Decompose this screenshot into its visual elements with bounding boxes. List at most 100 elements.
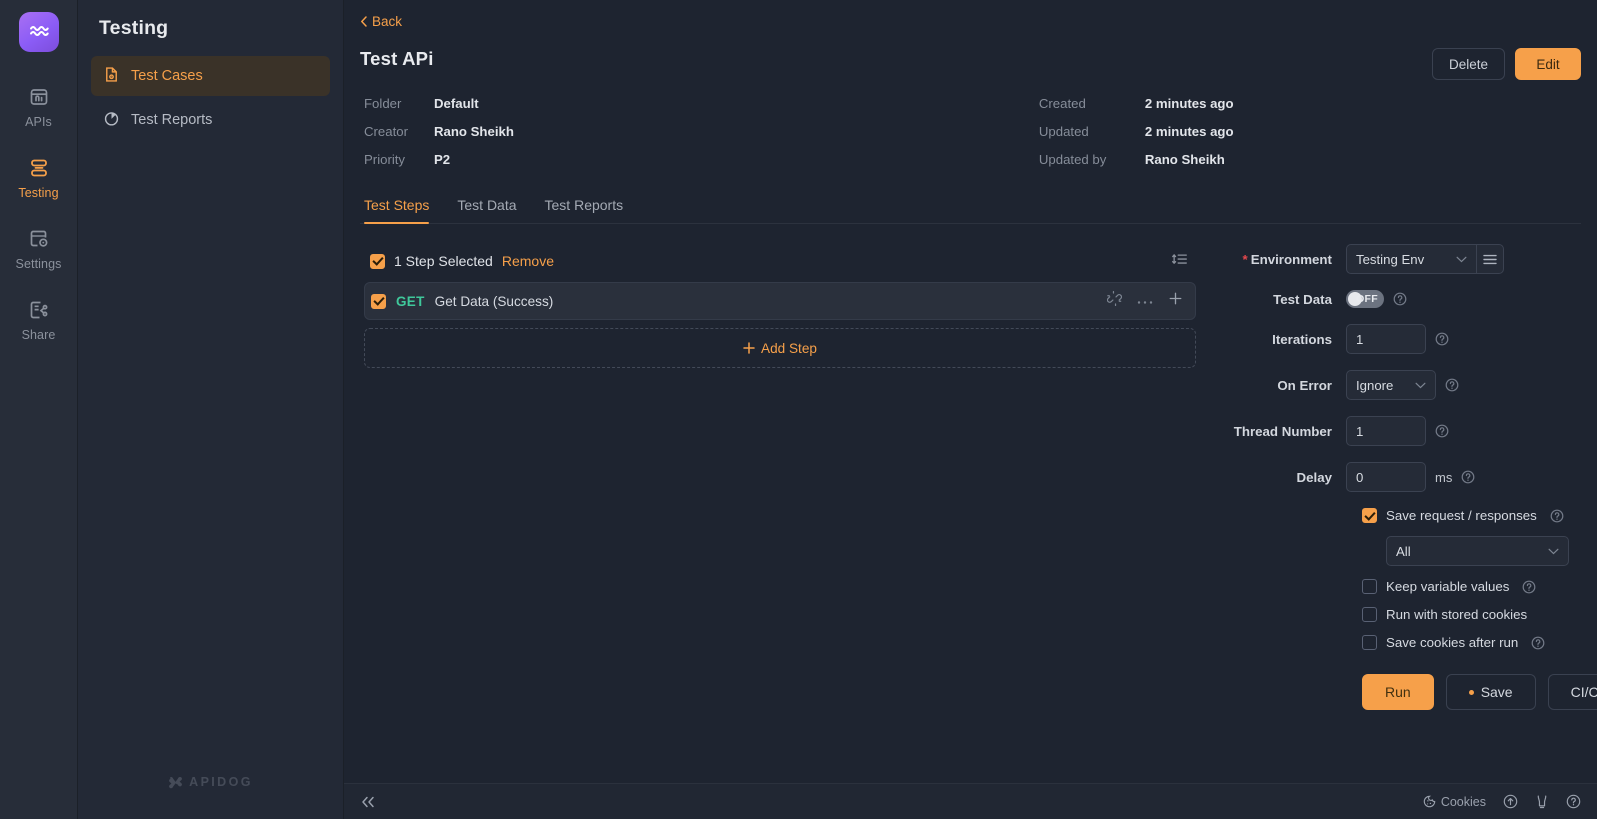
sidebar-item-test-cases[interactable]: Test Cases [91, 56, 330, 96]
step-method: GET [396, 293, 425, 309]
page-title-row: Test APi Delete Edit [360, 48, 1581, 80]
save-scope-value: All [1396, 543, 1411, 559]
help-circle-icon[interactable] [1550, 509, 1564, 523]
select-all-steps-checkbox[interactable] [370, 253, 385, 269]
chevron-down-icon [1456, 256, 1467, 262]
plus-icon [743, 342, 755, 354]
help-circle-icon[interactable] [1435, 424, 1449, 438]
run-with-stored-cookies-checkbox[interactable] [1362, 607, 1377, 622]
help-circle-icon[interactable] [1566, 794, 1581, 809]
thread-number-input[interactable]: 1 [1346, 416, 1426, 446]
test-data-label: Test Data [1273, 291, 1332, 307]
tab-test-steps[interactable]: Test Steps [364, 197, 430, 224]
save-request-responses-checkbox[interactable] [1362, 508, 1377, 523]
iterations-label: Iterations [1272, 331, 1332, 347]
run-button[interactable]: Run [1362, 674, 1434, 710]
back-button[interactable]: Back [360, 0, 402, 29]
rail-item-label: APIs [25, 115, 52, 129]
toggle-state-label: OFF [1356, 293, 1378, 305]
tab-test-reports[interactable]: Test Reports [545, 197, 624, 223]
test-data-toggle[interactable]: OFF [1346, 290, 1384, 308]
share-icon [28, 299, 50, 321]
steps-selected-label: 1 Step Selected [394, 253, 493, 269]
status-bar-right: Cookies [1423, 794, 1581, 809]
sidebar-item-test-reports[interactable]: Test Reports [91, 100, 330, 140]
sort-list-icon[interactable] [1171, 251, 1188, 272]
metadata-right-column: Created 2 minutes ago Updated 2 minutes … [1039, 96, 1234, 167]
unlink-icon[interactable] [1106, 290, 1122, 311]
meta-key: Priority [364, 152, 406, 167]
cookies-label: Cookies [1440, 794, 1486, 809]
rail-item-testing[interactable]: Testing [0, 145, 78, 210]
delay-input[interactable]: 0 [1346, 462, 1426, 492]
environment-select[interactable]: Testing Env [1346, 244, 1476, 274]
meta-value: Default [434, 96, 479, 111]
help-circle-icon[interactable] [1461, 470, 1475, 484]
help-circle-icon[interactable] [1393, 292, 1407, 306]
help-circle-icon[interactable] [1522, 580, 1536, 594]
run-with-stored-cookies-row: Run with stored cookies [1362, 607, 1597, 622]
meta-key: Updated [1038, 124, 1089, 139]
steps-tools [1171, 251, 1188, 272]
run-config-pane: * Environment Testing Env Test Data OFF … [1196, 244, 1597, 710]
meta-key: Created [1038, 96, 1086, 111]
metadata-left-column: Folder Default Creator Rano Sheikh Prior… [364, 96, 514, 167]
tab-bar: Test Steps Test Data Test Reports [360, 197, 1581, 224]
unsaved-dot-icon [1468, 689, 1474, 695]
iterations-row: Iterations 1 [1206, 324, 1597, 354]
add-plus-icon[interactable] [1168, 291, 1183, 311]
upload-circle-icon[interactable] [1503, 794, 1518, 809]
chevron-down-icon [1548, 548, 1559, 554]
more-ellipsis-icon[interactable] [1137, 292, 1153, 310]
table-row[interactable]: GET Get Data (Success) [364, 282, 1196, 320]
help-circle-icon[interactable] [1445, 378, 1459, 392]
on-error-row: On Error Ignore [1206, 370, 1597, 400]
back-label: Back [372, 14, 403, 29]
save-request-responses-label: Save request / responses [1386, 508, 1537, 523]
run-with-stored-cookies-label: Run with stored cookies [1386, 607, 1528, 622]
meta-value: Rano Sheikh [434, 124, 514, 139]
save-button[interactable]: Save [1445, 674, 1536, 710]
rail-item-settings[interactable]: Settings [0, 216, 78, 281]
step-checkbox[interactable] [371, 293, 386, 309]
steps-toolbar: 1 Step Selected Remove [364, 244, 1196, 278]
save-cookies-after-run-row: Save cookies after run [1362, 635, 1597, 650]
required-star: * [1242, 251, 1248, 267]
content-split: 1 Step Selected Remove GET Get Data (Suc… [360, 244, 1597, 710]
keep-variable-values-row: Keep variable values [1362, 579, 1597, 594]
rail-item-apis[interactable]: APIs [0, 74, 78, 139]
on-error-value: Ignore [1356, 377, 1394, 393]
cicd-button[interactable]: CI/CD [1547, 674, 1597, 710]
rail-item-share[interactable]: Share [0, 287, 78, 352]
save-request-responses-row: Save request / responses [1362, 508, 1597, 523]
environment-row: * Environment Testing Env [1206, 244, 1597, 274]
metadata-block: Folder Default Creator Rano Sheikh Prior… [360, 96, 1581, 167]
apidog-logo-icon [169, 776, 183, 788]
delete-button[interactable]: Delete [1431, 48, 1505, 80]
on-error-select[interactable]: Ignore [1346, 370, 1436, 400]
test-steps-pane: 1 Step Selected Remove GET Get Data (Suc… [360, 244, 1196, 710]
meta-key: Creator [364, 124, 408, 139]
aquarius-logo-icon[interactable] [18, 12, 59, 52]
help-circle-icon[interactable] [1531, 636, 1545, 650]
keep-variable-values-checkbox[interactable] [1362, 579, 1377, 594]
tab-test-data[interactable]: Test Data [457, 197, 516, 223]
edit-button[interactable]: Edit [1515, 48, 1581, 80]
collapse-left-icon[interactable] [360, 796, 376, 808]
remove-steps-button[interactable]: Remove [502, 253, 554, 269]
help-circle-icon[interactable] [1435, 332, 1449, 346]
cookie-icon [1423, 795, 1436, 808]
add-step-button[interactable]: Add Step [364, 328, 1196, 368]
sidebar-title: Testing [99, 17, 169, 39]
manage-environment-button[interactable] [1476, 244, 1504, 274]
pie-chart-icon [103, 110, 120, 131]
save-scope-select[interactable]: All [1386, 536, 1569, 566]
environment-label: * Environment [1242, 251, 1332, 267]
keep-variable-values-label: Keep variable values [1386, 579, 1510, 594]
iterations-input[interactable]: 1 [1346, 324, 1426, 354]
chevron-left-icon [361, 16, 367, 27]
save-cookies-after-run-checkbox[interactable] [1362, 635, 1377, 650]
meta-value: 2 minutes ago [1144, 96, 1234, 111]
cookies-button[interactable]: Cookies [1423, 795, 1486, 809]
lightbulb-icon[interactable] [1535, 794, 1549, 809]
